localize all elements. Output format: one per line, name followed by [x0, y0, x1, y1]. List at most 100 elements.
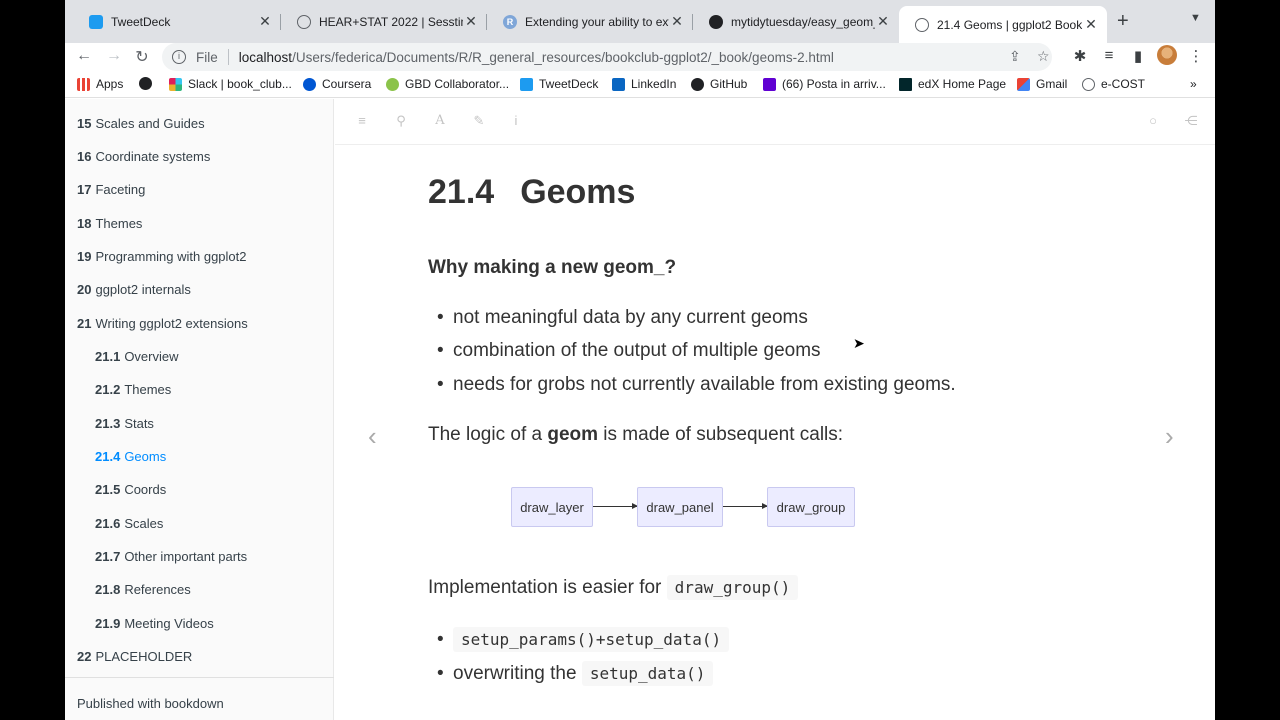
search-icon[interactable]: ⚲	[393, 113, 409, 129]
coursera-icon	[303, 77, 316, 91]
bookmark-ecost[interactable]: e-COST	[1082, 77, 1145, 91]
info-icon[interactable]: i	[172, 50, 186, 64]
forward-button[interactable]: →	[103, 47, 125, 65]
toc-item-21-6[interactable]: 21.6 Scales	[95, 516, 163, 531]
info-icon[interactable]: i	[508, 113, 524, 128]
bookmark-globe[interactable]	[139, 77, 152, 90]
toc-item-19[interactable]: 19 Programming with ggplot2	[77, 249, 247, 264]
reload-button[interactable]: ↻	[131, 47, 153, 67]
new-tab-button[interactable]: +	[1117, 10, 1129, 33]
mail-icon	[763, 77, 776, 91]
more-bookmarks-icon[interactable]: »	[1190, 77, 1197, 91]
toc-item-20[interactable]: 20 ggplot2 internals	[77, 282, 191, 297]
more-menu-icon[interactable]: ⋮	[1186, 47, 1206, 65]
bookmark-label: GBD Collaborator...	[405, 77, 510, 91]
avatar[interactable]	[1157, 45, 1177, 65]
bookmark-tweetdeck[interactable]: TweetDeck	[520, 77, 598, 91]
toc-item-21-2[interactable]: 21.2 Themes	[95, 382, 171, 397]
tab-mytidytuesday[interactable]: mytidytuesday/easy_geom_re ✕	[693, 8, 899, 35]
github-icon	[709, 14, 723, 29]
toc-item-21-4-active[interactable]: 21.4 Geoms	[95, 449, 166, 464]
book-sidebar-toc: 15 Scales and Guides 16 Coordinate systems…	[65, 99, 334, 720]
back-button[interactable]: ←	[73, 47, 95, 65]
toc-item-21-9[interactable]: 21.9 Meeting Videos	[95, 616, 214, 631]
tab-extending[interactable]: R Extending your ability to exte ✕	[487, 8, 693, 35]
url-host: localhost	[238, 49, 293, 65]
tab-title: TweetDeck	[111, 14, 171, 29]
toc-item-21-7[interactable]: 21.7 Other important parts	[95, 549, 247, 564]
close-icon[interactable]: ✕	[875, 13, 891, 30]
gmail-icon	[1017, 77, 1030, 91]
flow-node-draw-panel: draw_panel	[637, 487, 723, 527]
bookmark-label: (66) Posta in arriv...	[782, 77, 886, 91]
flow-node-draw-layer: draw_layer	[511, 487, 593, 527]
font-settings-icon[interactable]: A	[432, 113, 448, 128]
github-icon	[691, 77, 704, 91]
address-bar[interactable]: i File localhost/Users/federica/Document…	[162, 43, 1052, 71]
close-icon[interactable]: ✕	[1083, 16, 1099, 33]
toc-item-21-1[interactable]: 21.1 Overview	[95, 349, 179, 364]
bookmark-label: GitHub	[710, 77, 748, 91]
share-icon[interactable]: ⇪	[1009, 48, 1021, 65]
bookmark-slack[interactable]: Slack | book_club...	[169, 77, 292, 91]
bookmark-gmail[interactable]: Gmail	[1017, 77, 1067, 91]
edit-icon[interactable]: ✎	[471, 113, 487, 129]
chevron-down-icon[interactable]: ▼	[1190, 12, 1201, 24]
toc-item-21-5[interactable]: 21.5 Coords	[95, 482, 166, 497]
extensions-icon[interactable]: ✱	[1070, 47, 1090, 65]
url-text[interactable]: localhost/Users/federica/Documents/R/R_g…	[239, 50, 834, 65]
flow-arrow	[723, 503, 768, 509]
toc-item-21[interactable]: 21 Writing ggplot2 extensions	[77, 316, 248, 331]
twitter-icon	[520, 77, 533, 91]
bookmark-gbd[interactable]: GBD Collaborator...	[386, 77, 509, 91]
side-panel-icon[interactable]: ▮	[1128, 47, 1148, 65]
toc-item-15[interactable]: 15 Scales and Guides	[77, 116, 205, 131]
loading-icon	[1082, 77, 1095, 91]
section-heading: Why making a new geom_?	[428, 257, 677, 278]
bookmark-label: Coursera	[322, 77, 372, 91]
bookmark-linkedin[interactable]: LinkedIn	[612, 77, 676, 91]
sidebar-divider	[65, 677, 334, 678]
scheme-label: File	[196, 49, 218, 65]
toc-item-18[interactable]: 18 Themes	[77, 216, 142, 231]
toc-item-21-8[interactable]: 21.8 References	[95, 582, 191, 597]
toc-item-21-3[interactable]: 21.3 Stats	[95, 416, 154, 431]
github-icon[interactable]: ○	[1145, 113, 1161, 128]
browser-toolbar: ← → ↻ i File localhost/Users/federica/Do…	[65, 43, 1215, 73]
list-item: combination of the output of multiple ge…	[437, 340, 821, 362]
bookmark-apps[interactable]: Apps	[77, 77, 123, 91]
toggle-sidebar-icon[interactable]: ≡	[354, 113, 370, 128]
bookmark-label: edX Home Page	[918, 77, 1007, 91]
text-run: overwriting the	[453, 663, 582, 684]
toc-item-22[interactable]: 22 PLACEHOLDER	[77, 649, 192, 664]
published-with-link[interactable]: Published with bookdown	[77, 696, 224, 711]
tab-geoms-active[interactable]: 21.4 Geoms | ggplot2 Book C ✕	[899, 6, 1107, 43]
close-icon[interactable]: ✕	[669, 13, 685, 30]
tab-title: 21.4 Geoms | ggplot2 Book C	[937, 17, 1083, 32]
paragraph-logic: The logic of a geom is made of subsequen…	[428, 424, 843, 446]
close-icon[interactable]: ✕	[463, 13, 479, 30]
tab-tweetdeck[interactable]: TweetDeck ✕	[73, 8, 281, 35]
share-icon[interactable]: ⋲	[1183, 113, 1199, 129]
inline-code: draw_group()	[666, 575, 799, 600]
book-content: 21.4 Geoms Why making a new geom_? not me…	[335, 145, 1215, 720]
next-page-arrow[interactable]: ›	[1165, 421, 1174, 452]
bookmark-github[interactable]: GitHub	[691, 77, 747, 91]
toc-item-16[interactable]: 16 Coordinate systems	[77, 149, 210, 164]
mouse-cursor-icon: ➤	[853, 335, 865, 351]
chapter-number: 21.4	[428, 173, 495, 211]
bookmark-edx[interactable]: edX Home Page	[899, 77, 1006, 91]
globe-icon	[915, 17, 929, 32]
tab-title: mytidytuesday/easy_geom_re	[731, 14, 875, 29]
toc-item-17[interactable]: 17 Faceting	[77, 182, 145, 197]
media-queue-icon[interactable]: ≡	[1099, 47, 1119, 64]
tab-strip: TweetDeck ✕ HEAR+STAT 2022 | Sesstim ✕ R…	[65, 0, 1215, 43]
bookmark-coursera[interactable]: Coursera	[303, 77, 371, 91]
close-icon[interactable]: ✕	[257, 13, 273, 30]
bookmark-posta[interactable]: (66) Posta in arriv...	[763, 77, 886, 91]
tab-hearstat[interactable]: HEAR+STAT 2022 | Sesstim ✕	[281, 8, 487, 35]
star-icon[interactable]: ☆	[1037, 48, 1050, 65]
edx-icon	[899, 77, 912, 91]
previous-page-arrow[interactable]: ‹	[368, 421, 377, 452]
slack-icon	[169, 77, 182, 91]
